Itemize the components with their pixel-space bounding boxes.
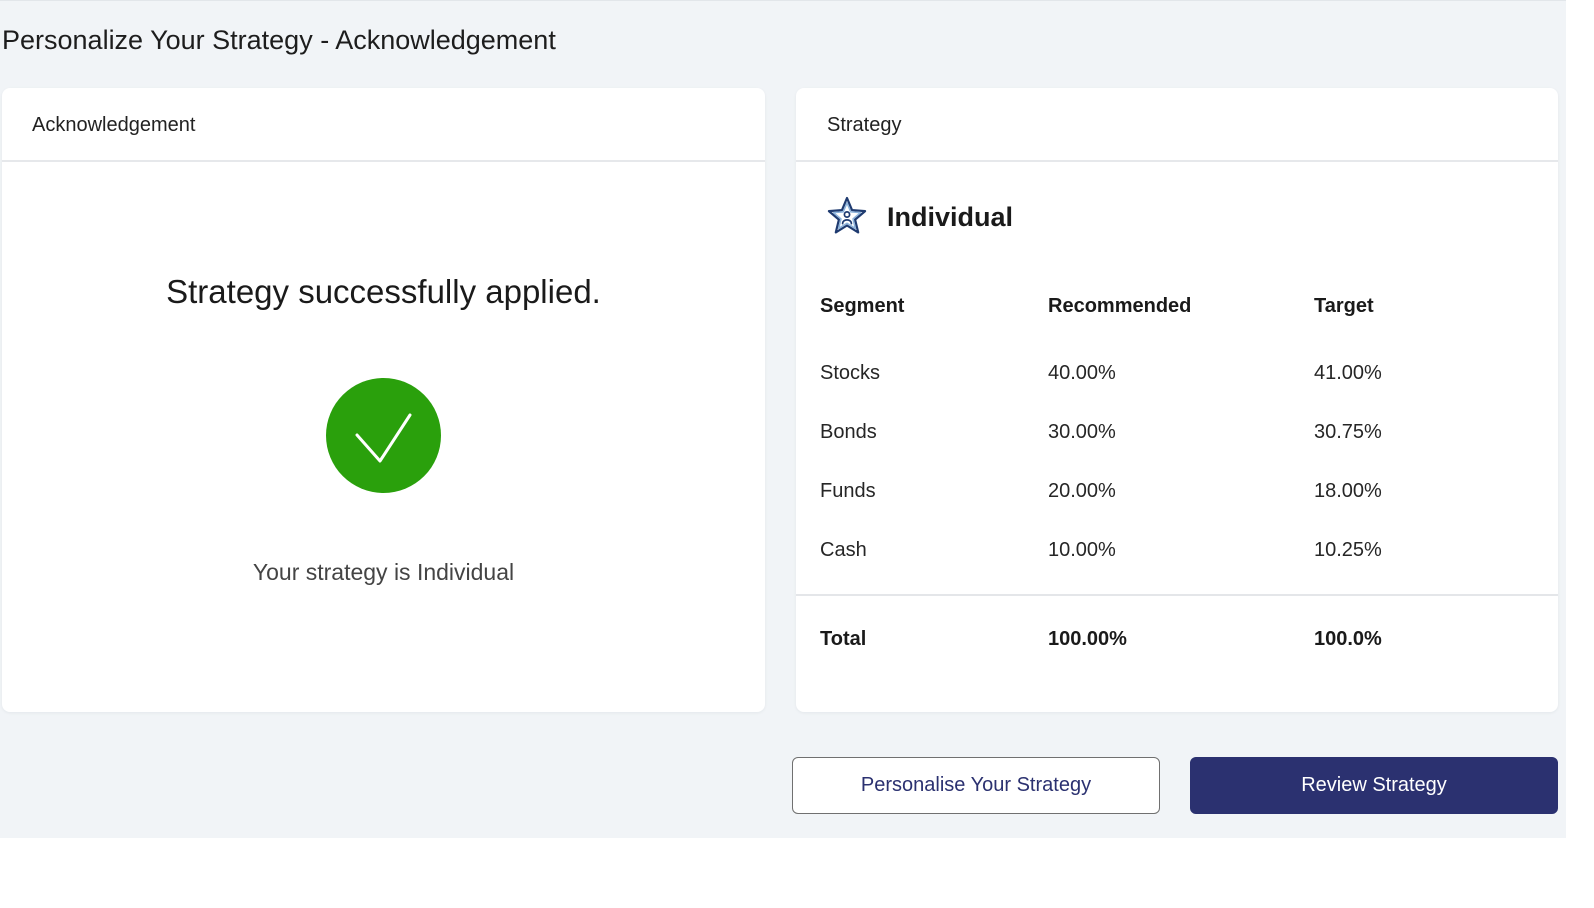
column-header-target: Target [1314,295,1374,317]
page-title: Personalize Your Strategy - Acknowledgem… [2,25,556,55]
recommended-cell: 30.00% [1048,421,1116,443]
acknowledgement-card-title: Acknowledgement [32,114,196,136]
strategy-subtext: Your strategy is Individual [252,559,515,585]
table-row: Bonds 30.00% 30.75% [796,412,1558,452]
star-person-icon [827,196,867,234]
check-circle-icon [326,378,441,493]
recommended-cell: 40.00% [1048,362,1116,384]
table-total-row: Total 100.00% 100.0% [796,619,1558,659]
table-header-row: Segment Recommended Target [796,286,1558,326]
column-header-recommended: Recommended [1048,295,1192,317]
strategy-card-title: Strategy [827,114,902,136]
recommended-cell: 20.00% [1048,480,1116,502]
target-cell: 10.25% [1314,539,1382,561]
column-header-segment: Segment [820,295,905,317]
strategy-card: Strategy Individual Segment Recommended … [796,88,1558,712]
segment-cell: Funds [820,480,876,502]
acknowledgement-card-header: Acknowledgement [2,88,765,162]
strategy-name: Individual [887,202,1014,232]
table-row: Stocks 40.00% 41.00% [796,353,1558,393]
segment-cell: Stocks [820,362,881,384]
checkmark-icon [355,413,412,463]
table-row: Funds 20.00% 18.00% [796,471,1558,511]
target-cell: 18.00% [1314,480,1382,502]
table-row: Cash 10.00% 10.25% [796,530,1558,570]
segment-cell: Bonds [820,421,877,443]
strategy-card-header: Strategy [796,88,1558,162]
table-divider [796,594,1558,596]
total-target: 100.0% [1314,628,1382,650]
segment-cell: Cash [820,539,867,561]
acknowledgement-card: Acknowledgement Strategy successfully ap… [2,88,765,712]
target-cell: 41.00% [1314,362,1382,384]
total-label: Total [820,628,867,650]
success-message: Strategy successfully applied. [166,273,601,310]
personalise-strategy-button[interactable]: Personalise Your Strategy [792,757,1160,814]
recommended-cell: 10.00% [1048,539,1116,561]
target-cell: 30.75% [1314,421,1382,443]
app-background: Personalize Your Strategy - Acknowledgem… [0,0,1566,838]
total-recommended: 100.00% [1048,628,1127,650]
review-strategy-button[interactable]: Review Strategy [1190,757,1558,814]
